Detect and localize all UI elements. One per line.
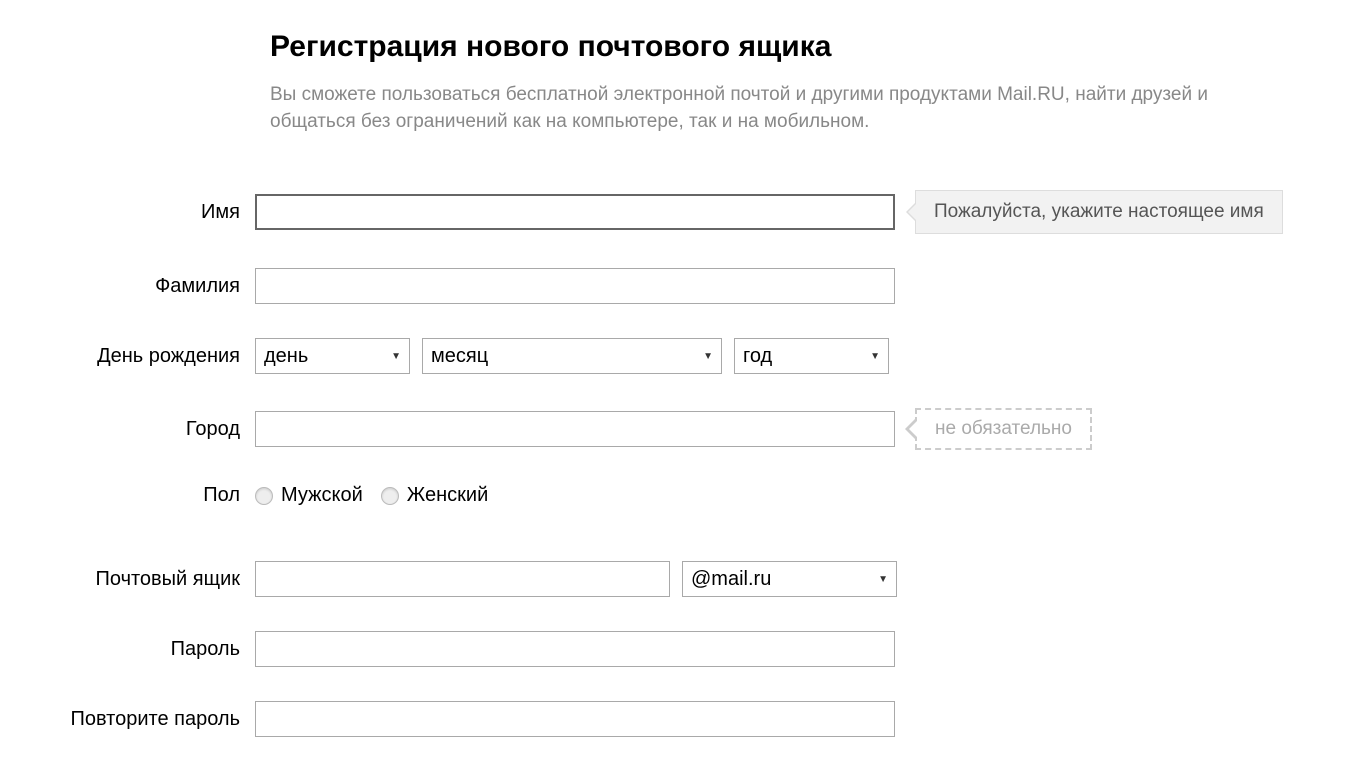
mailbox-input[interactable] [255,561,670,597]
chevron-down-icon: ▼ [878,574,888,585]
chevron-down-icon: ▼ [703,351,713,362]
radio-icon [255,487,273,505]
gender-male-label: Мужской [281,484,363,507]
birthday-day-value: день [264,345,308,368]
page-title: Регистрация нового почтового ящика [270,30,1351,64]
chevron-down-icon: ▼ [391,351,401,362]
confirm-password-label: Повторите пароль [0,708,255,731]
birthday-label: День рождения [0,345,255,368]
gender-female-label: Женский [407,484,488,507]
birthday-year-value: год [743,345,772,368]
password-label: Пароль [0,638,255,661]
birthday-month-select[interactable]: месяц ▼ [422,338,722,374]
confirm-password-input[interactable] [255,701,895,737]
city-input[interactable] [255,411,895,447]
chevron-down-icon: ▼ [870,351,880,362]
birthday-month-value: месяц [431,345,488,368]
mailbox-domain-value: @mail.ru [691,568,771,591]
city-label: Город [0,418,255,441]
page-subtitle: Вы сможете пользоваться бесплатной элект… [270,82,1270,135]
birthday-year-select[interactable]: год ▼ [734,338,889,374]
last-name-label: Фамилия [0,275,255,298]
first-name-label: Имя [0,201,255,224]
gender-female-radio[interactable]: Женский [381,484,488,507]
birthday-day-select[interactable]: день ▼ [255,338,410,374]
gender-male-radio[interactable]: Мужской [255,484,363,507]
mailbox-domain-select[interactable]: @mail.ru ▼ [682,561,897,597]
password-input[interactable] [255,631,895,667]
mailbox-label: Почтовый ящик [0,568,255,591]
gender-label: Пол [0,484,255,507]
first-name-tooltip: Пожалуйста, укажите настоящее имя [915,190,1283,234]
first-name-input[interactable] [255,194,895,230]
last-name-input[interactable] [255,268,895,304]
radio-icon [381,487,399,505]
city-optional-tooltip: не обязательно [915,408,1092,450]
